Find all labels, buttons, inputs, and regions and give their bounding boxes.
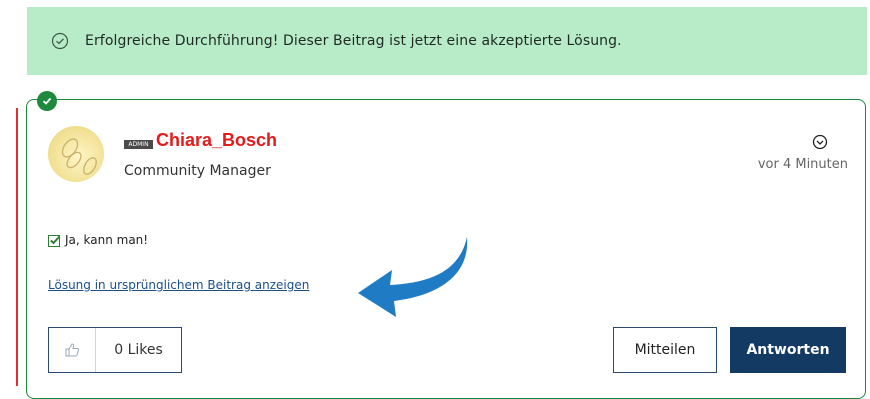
- author-role: Community Manager: [124, 163, 271, 179]
- view-solution-link[interactable]: Lösung in ursprünglichem Beitrag anzeige…: [48, 278, 309, 292]
- avatar[interactable]: [48, 126, 104, 182]
- chevron-down-circle-icon: [812, 134, 828, 150]
- share-button[interactable]: Mitteilen: [613, 327, 717, 373]
- success-banner: Erfolgreiche Durchführung! Dieser Beitra…: [27, 7, 867, 75]
- checked-box-icon: [48, 234, 61, 247]
- admin-badge: ADMIN: [124, 140, 153, 149]
- reply-button[interactable]: Antworten: [730, 327, 846, 373]
- post-body: Ja, kann man!: [48, 233, 148, 247]
- thumbs-up-icon[interactable]: [49, 328, 96, 372]
- author-name[interactable]: Chiara_Bosch: [156, 130, 277, 151]
- like-button[interactable]: 0 Likes: [48, 327, 182, 373]
- post-body-text: Ja, kann man!: [65, 233, 149, 247]
- accepted-solution-badge: [37, 91, 57, 111]
- likes-count: 0 Likes: [114, 342, 163, 358]
- check-circle-icon: [51, 32, 69, 50]
- selection-marker: [16, 108, 18, 386]
- post-options-button[interactable]: [812, 134, 828, 150]
- post-timestamp: vor 4 Minuten: [757, 157, 848, 172]
- success-message: Erfolgreiche Durchführung! Dieser Beitra…: [85, 33, 622, 49]
- curved-arrow-icon: [358, 237, 468, 317]
